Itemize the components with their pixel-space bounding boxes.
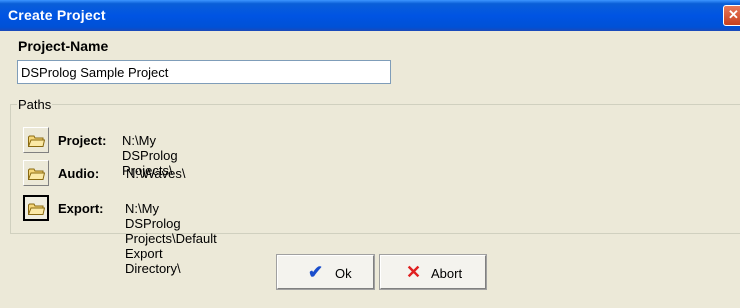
window-title: Create Project [8,7,106,23]
audio-folder-button[interactable] [23,160,49,186]
export-folder-button[interactable] [23,195,49,221]
paths-group [10,104,740,234]
paths-legend: Paths [17,97,53,112]
project-name-label: Project-Name [18,38,109,54]
export-path-value: N:\My DSProlog Projects\Default Export D… [125,201,217,276]
x-icon: ✕ [406,262,422,282]
close-icon: ✕ [728,7,739,22]
project-folder-button[interactable] [23,127,49,153]
audio-path-value: N:\Waves\ [126,166,186,181]
create-project-dialog: Create Project ✕ Project-Name Paths Proj… [0,0,740,308]
abort-button[interactable]: ✕ Abort [379,254,487,290]
abort-button-label: Abort [431,266,463,281]
folder-icon [28,203,45,215]
ok-button-label: Ok [335,266,352,281]
project-path-label: Project: [58,133,107,148]
export-path-label: Export: [58,201,104,216]
check-icon: ✔ [308,262,324,282]
folder-icon [28,168,45,180]
project-name-input[interactable] [17,60,391,84]
audio-path-label: Audio: [58,166,100,181]
ok-button[interactable]: ✔ Ok [276,254,375,290]
title-bar[interactable]: Create Project ✕ [0,0,740,31]
folder-icon [28,135,45,147]
close-button[interactable]: ✕ [723,5,740,26]
